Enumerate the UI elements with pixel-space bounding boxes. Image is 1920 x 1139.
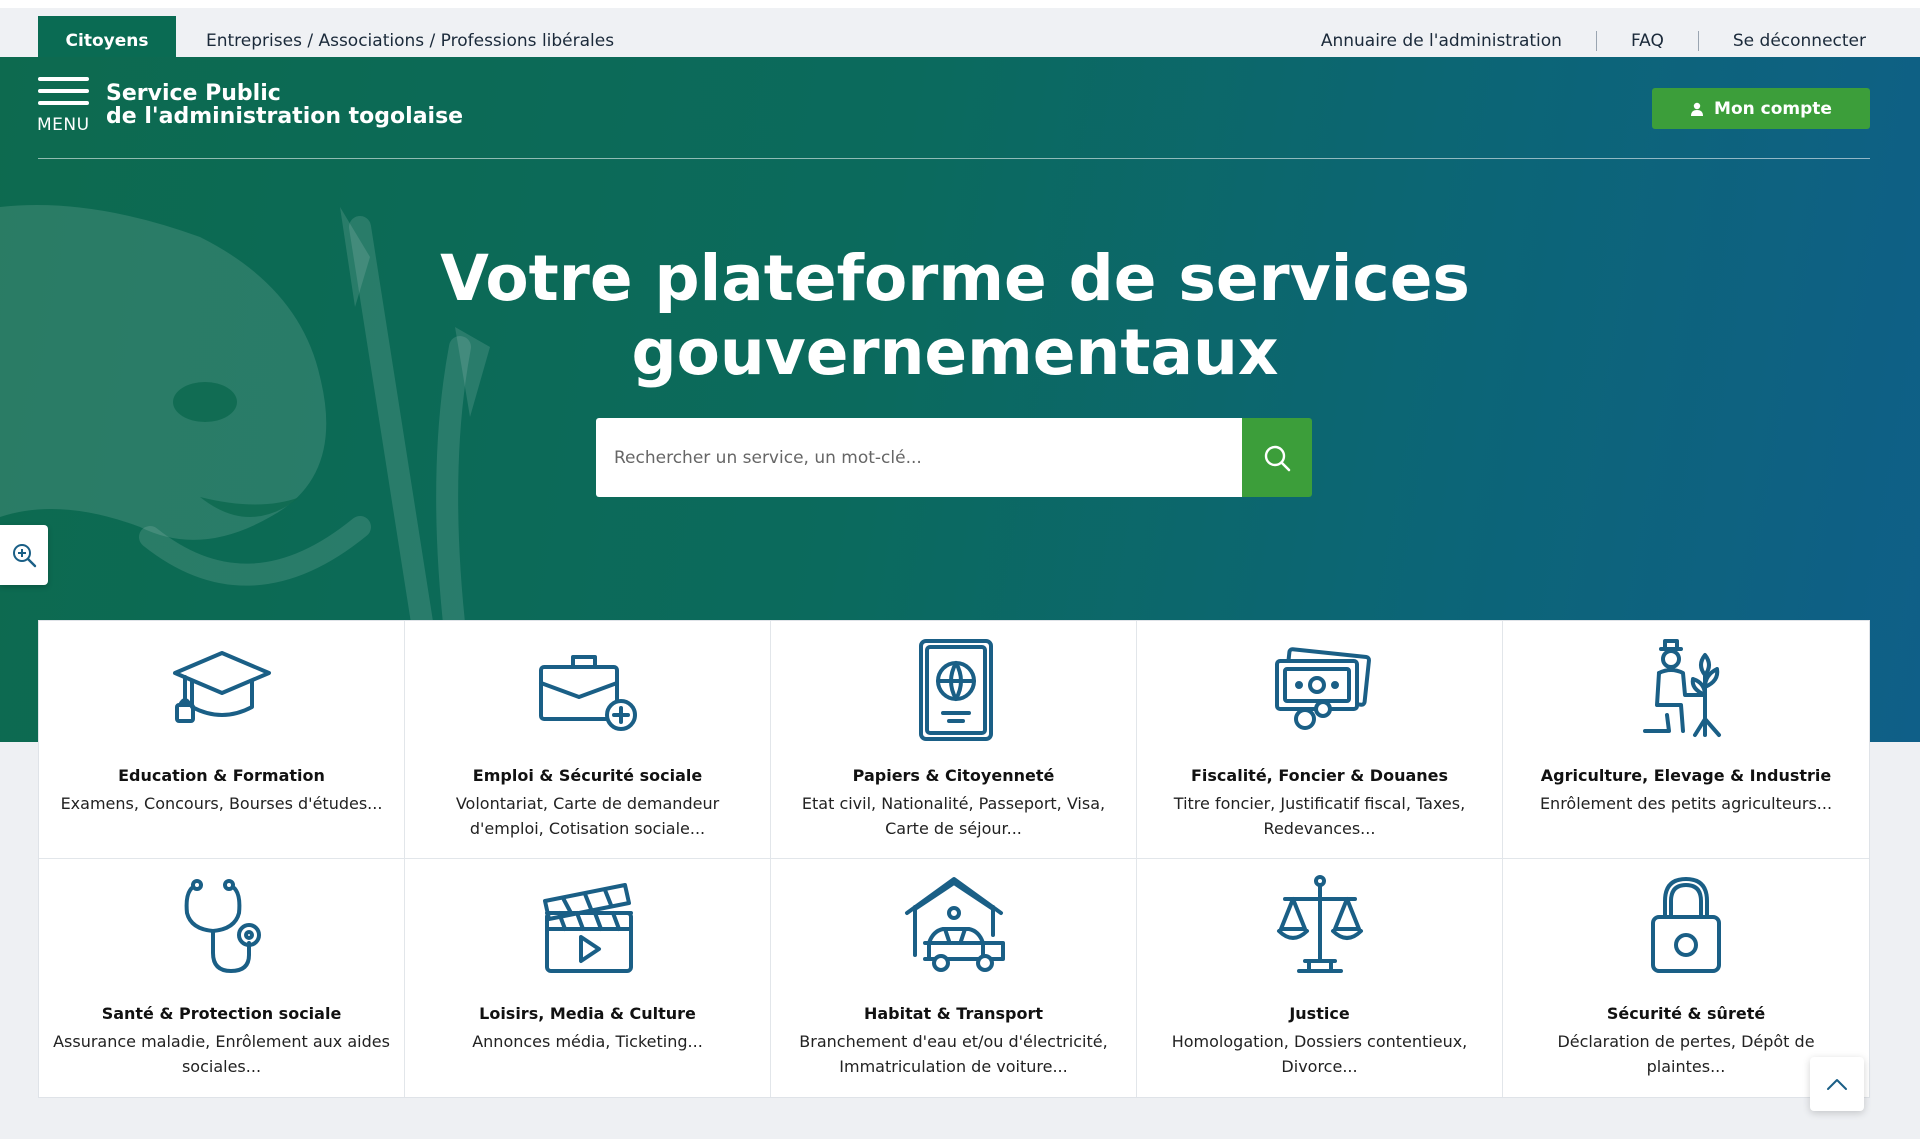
- stethoscope-icon: [167, 873, 277, 983]
- category-description: Titre foncier, Justificatif fiscal, Taxe…: [1173, 794, 1466, 838]
- money-icon: [1265, 635, 1375, 745]
- site-brand[interactable]: Service Public de l'administration togol…: [106, 82, 463, 128]
- category-title: Papiers & Citoyenneté: [852, 766, 1055, 785]
- category-title: Fiscalité, Foncier & Douanes: [1190, 766, 1449, 785]
- hero-title-line2: gouvernementaux: [631, 316, 1279, 389]
- farmer-icon: [1631, 635, 1741, 745]
- brand-subtitle: de l'administration togolaise: [106, 104, 464, 129]
- category-title: Justice: [1289, 1004, 1350, 1023]
- category-title: Sécurité & sûreté: [1606, 1004, 1766, 1023]
- category-description: Enrôlement des petits agriculteurs...: [1539, 794, 1833, 813]
- service-categories-grid: Education & Formation Examens, Concours,…: [38, 620, 1870, 1098]
- category-card-justice[interactable]: Justice Homologation, Dossiers contentie…: [1137, 859, 1503, 1097]
- category-card-tax[interactable]: Fiscalité, Foncier & Douanes Titre fonci…: [1137, 621, 1503, 859]
- brand-title: Service Public: [106, 81, 281, 106]
- search-input[interactable]: [596, 418, 1242, 497]
- search-button[interactable]: [1242, 418, 1312, 497]
- category-title: Loisirs, Media & Culture: [479, 1004, 696, 1023]
- briefcase-icon: [533, 635, 643, 745]
- link-logout[interactable]: Se déconnecter: [1733, 31, 1866, 51]
- top-navigation-bar: Citoyens Entreprises / Associations / Pr…: [0, 0, 1920, 65]
- header-divider: [38, 158, 1870, 159]
- category-description: Assurance maladie, Enrôlement aux aides …: [53, 1032, 390, 1076]
- scales-icon: [1265, 873, 1375, 983]
- category-card-agriculture[interactable]: Agriculture, Elevage & Industrie Enrôlem…: [1503, 621, 1869, 859]
- scroll-to-top-button[interactable]: [1810, 1057, 1864, 1111]
- category-description: Homologation, Dossiers contentieux, Divo…: [1171, 1032, 1468, 1076]
- clapperboard-icon: [533, 873, 643, 983]
- graduation-cap-icon: [167, 635, 277, 745]
- category-description: Examens, Concours, Bourses d'études...: [60, 794, 383, 813]
- category-card-leisure[interactable]: Loisirs, Media & Culture Annonces média,…: [405, 859, 771, 1097]
- category-description: Volontariat, Carte de demandeur d'emploi…: [455, 794, 720, 838]
- zoom-in-icon: [13, 544, 37, 568]
- link-faq[interactable]: FAQ: [1631, 31, 1664, 51]
- menu-label: MENU: [37, 115, 90, 135]
- search-bar: [596, 418, 1312, 497]
- category-description: Déclaration de pertes, Dépôt de plaintes…: [1557, 1032, 1815, 1076]
- accessibility-zoom-button[interactable]: [0, 525, 48, 585]
- menu-button[interactable]: MENU: [37, 75, 91, 137]
- chevron-up-icon: [1827, 1079, 1847, 1090]
- hero-title: Votre plateforme de services gouvernemen…: [360, 242, 1550, 390]
- category-card-health[interactable]: Santé & Protection sociale Assurance mal…: [39, 859, 405, 1097]
- category-card-education[interactable]: Education & Formation Examens, Concours,…: [39, 621, 405, 859]
- account-button[interactable]: Mon compte: [1652, 88, 1870, 129]
- category-description: Branchement d'eau et/ou d'électricité, I…: [799, 1032, 1108, 1076]
- category-card-employment[interactable]: Emploi & Sécurité sociale Volontariat, C…: [405, 621, 771, 859]
- divider: [1595, 30, 1597, 51]
- category-title: Agriculture, Elevage & Industrie: [1540, 766, 1832, 785]
- passport-icon: [899, 635, 1009, 745]
- link-annuaire[interactable]: Annuaire de l'administration: [1321, 31, 1562, 51]
- search-icon: [1264, 445, 1291, 471]
- account-label: Mon compte: [1714, 98, 1832, 119]
- category-title: Habitat & Transport: [863, 1004, 1044, 1023]
- house-car-icon: [899, 873, 1009, 983]
- hero-title-line1: Votre plateforme de services: [440, 242, 1470, 315]
- divider: [1697, 30, 1699, 51]
- category-card-papers[interactable]: Papiers & Citoyenneté Etat civil, Nation…: [771, 621, 1137, 859]
- category-description: Etat civil, Nationalité, Passeport, Visa…: [801, 794, 1106, 838]
- category-card-housing[interactable]: Habitat & Transport Branchement d'eau et…: [771, 859, 1137, 1097]
- category-title: Education & Formation: [118, 766, 325, 785]
- category-description: Annonces média, Ticketing...: [472, 1032, 703, 1051]
- padlock-icon: [1631, 873, 1741, 983]
- user-icon: [1691, 102, 1704, 116]
- category-title: Santé & Protection sociale: [101, 1004, 342, 1023]
- category-title: Emploi & Sécurité sociale: [472, 766, 703, 785]
